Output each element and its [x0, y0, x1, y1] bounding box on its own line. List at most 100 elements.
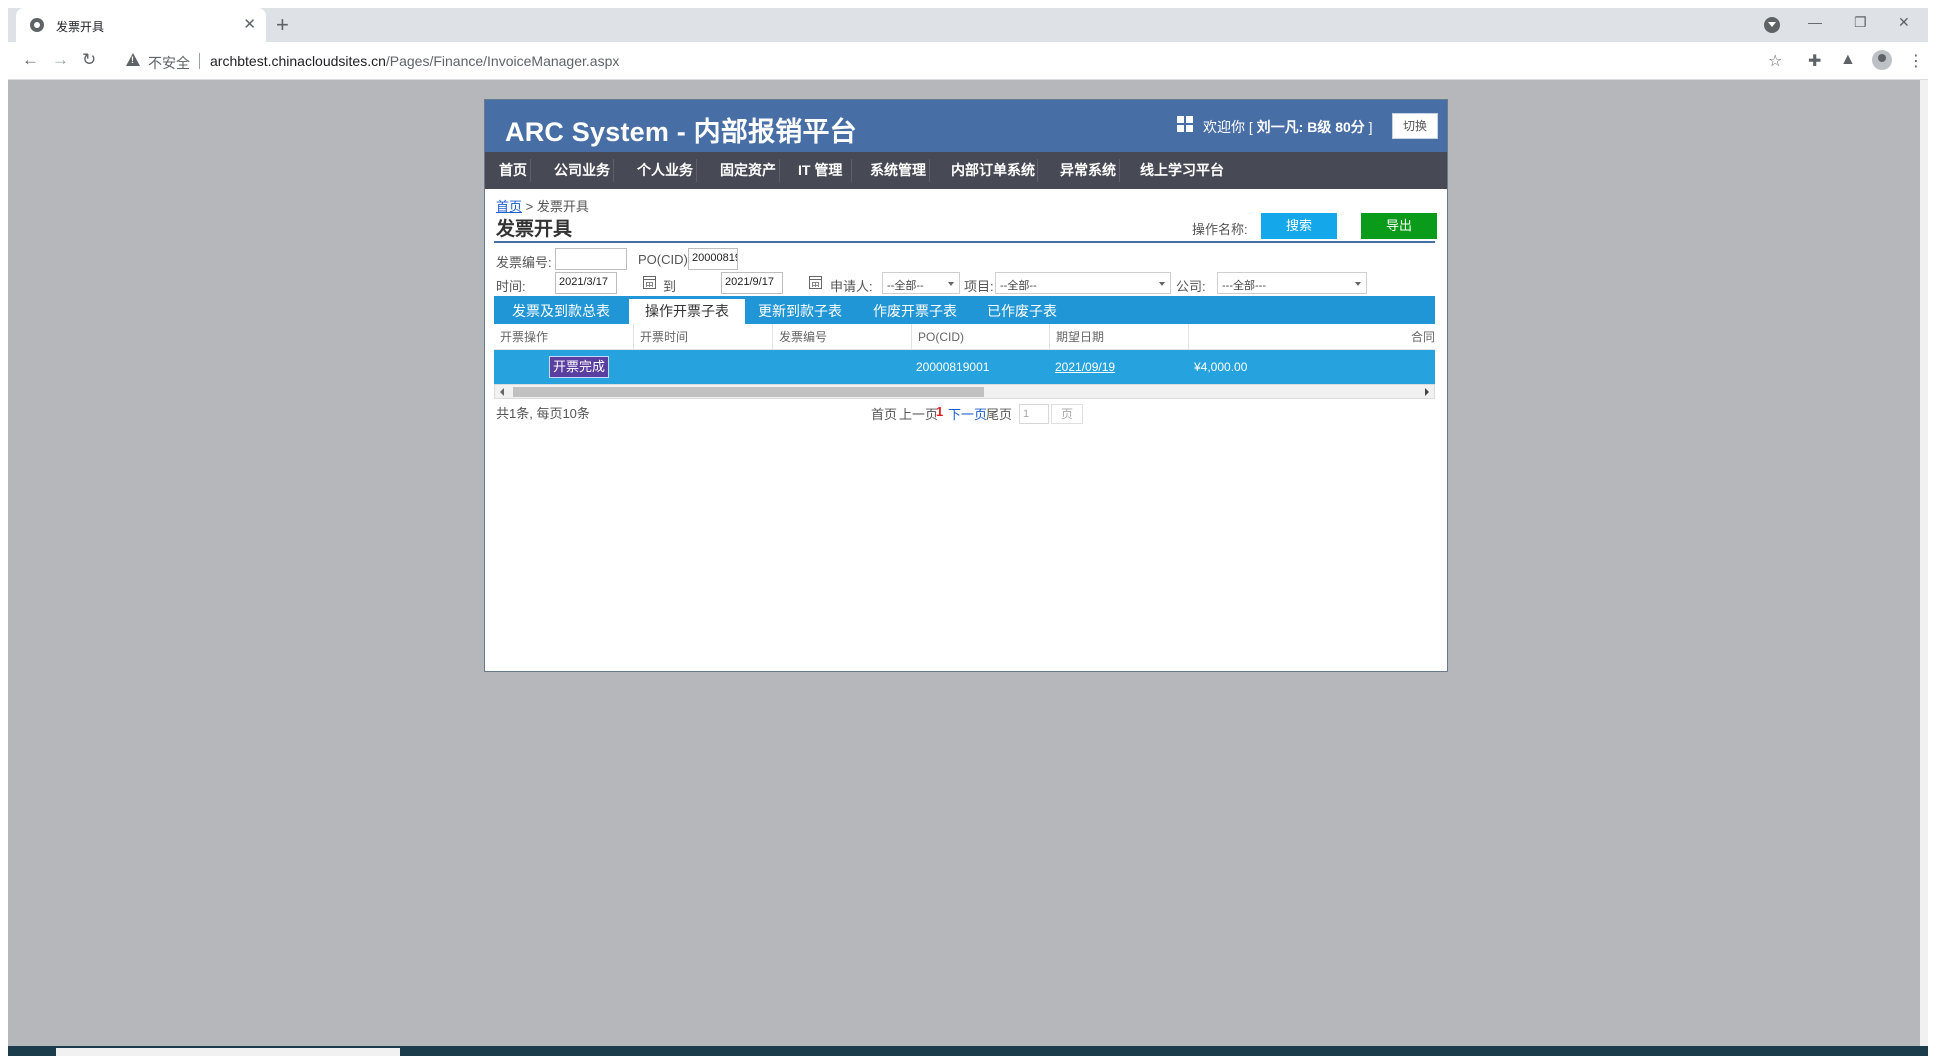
minimize-icon[interactable]: —: [1808, 14, 1822, 30]
pager-next[interactable]: 下一页: [948, 404, 987, 423]
tab-search-icon[interactable]: [1764, 17, 1780, 33]
invoice-complete-button[interactable]: 开票完成: [549, 356, 609, 378]
close-tab-icon[interactable]: ✕: [243, 15, 256, 33]
scroll-left-icon[interactable]: [500, 388, 504, 396]
date-from-input[interactable]: 2021/3/17: [555, 272, 617, 294]
pager-prev[interactable]: 上一页: [899, 404, 938, 423]
profile-avatar-icon[interactable]: [1872, 50, 1892, 70]
extensions-icon[interactable]: ✚: [1808, 51, 1821, 71]
column-header[interactable]: 开票操作: [494, 324, 633, 350]
column-header[interactable]: 开票时间: [633, 324, 772, 350]
menu-divider: [929, 159, 930, 182]
title-divider: [494, 241, 1435, 243]
tab-invoice-summary[interactable]: 发票及到款总表: [506, 299, 616, 324]
tab-void-invoice[interactable]: 作废开票子表: [865, 299, 965, 324]
menu-divider: [851, 159, 852, 182]
menu-item-company[interactable]: 公司业务: [554, 152, 610, 189]
page-go-button[interactable]: 页: [1051, 404, 1083, 424]
menu-item-it[interactable]: IT 管理: [798, 152, 842, 189]
menu-item-learning[interactable]: 线上学习平台: [1140, 152, 1224, 189]
project-label: 项目:: [964, 279, 994, 294]
applicant-select[interactable]: --全部--: [882, 272, 960, 294]
app-frame: ARC System - 内部报销平台 欢迎你 [ 刘一凡: B级 80分 ] …: [484, 99, 1448, 672]
warning-icon: [126, 53, 140, 66]
company-select-value: ---全部---: [1222, 280, 1266, 292]
search-button[interactable]: 搜索: [1261, 213, 1337, 239]
pager-first[interactable]: 首页: [871, 404, 897, 423]
star-icon[interactable]: ☆: [1768, 51, 1782, 71]
project-select-value: --全部--: [1000, 280, 1037, 292]
tab-update-payment[interactable]: 更新到款子表: [750, 299, 850, 324]
menu-item-exceptions[interactable]: 异常系统: [1060, 152, 1116, 189]
forward-icon[interactable]: →: [52, 50, 69, 70]
time-label: 时间:: [496, 279, 526, 294]
column-header[interactable]: 期望日期: [1049, 324, 1188, 350]
grid-horizontal-scrollbar[interactable]: [494, 384, 1435, 399]
pager-last[interactable]: 尾页: [986, 404, 1012, 423]
address-bar[interactable]: 不安全 archbtest.chinacloudsites.cn/Pages/F…: [118, 46, 1758, 76]
new-tab-icon[interactable]: +: [276, 12, 289, 38]
pager-current[interactable]: 1: [936, 404, 943, 419]
tab-operate-invoice[interactable]: 操作开票子表: [629, 299, 745, 324]
app-title: ARC System - 内部报销平台: [505, 117, 857, 147]
date-to-input[interactable]: 2021/9/17: [721, 272, 783, 294]
column-header[interactable]: 发票编号: [772, 324, 911, 350]
browser-tab[interactable]: 发票开具 ✕: [16, 8, 266, 42]
restore-icon[interactable]: ❐: [1854, 14, 1867, 31]
menu-item-orders[interactable]: 内部订单系统: [951, 152, 1035, 189]
calendar-icon[interactable]: [643, 276, 656, 289]
calendar-icon[interactable]: [809, 276, 822, 289]
applicant-label: 申请人:: [830, 279, 873, 294]
scroll-right-icon[interactable]: [1425, 388, 1429, 396]
menu-divider: [779, 159, 780, 182]
invoice-no-input[interactable]: [555, 248, 627, 270]
menu-item-home[interactable]: 首页: [499, 152, 527, 189]
menu-divider: [613, 159, 614, 182]
table-row[interactable]: 开票完成 20000819001 2021/09/19 ¥4,000.00: [494, 350, 1435, 384]
column-header[interactable]: PO(CID): [911, 324, 1049, 350]
user-name: 刘一凡: [1256, 119, 1299, 135]
po-label: PO(CID):: [638, 252, 692, 267]
os-taskbar: [8, 1046, 1928, 1056]
url-host: archbtest.chinacloudsites.cn: [210, 53, 386, 69]
breadcrumb-current: 发票开具: [536, 199, 589, 214]
menu-item-assets[interactable]: 固定资产: [720, 152, 776, 189]
user-level: : B级 80分: [1298, 119, 1365, 135]
lab-flask-icon[interactable]: ▲: [1840, 51, 1856, 69]
window-close-icon[interactable]: ✕: [1898, 14, 1910, 31]
breadcrumb: 首页 > 发票开具: [496, 196, 589, 215]
chevron-down-icon: [1355, 282, 1361, 286]
scrollbar-thumb[interactable]: [513, 387, 984, 397]
app-header: ARC System - 内部报销平台 欢迎你 [ 刘一凡: B级 80分 ] …: [485, 100, 1447, 152]
company-label: 公司:: [1176, 279, 1206, 294]
security-label[interactable]: 不安全: [148, 53, 190, 73]
company-select[interactable]: ---全部---: [1217, 272, 1367, 294]
url-text[interactable]: archbtest.chinacloudsites.cn/Pages/Finan…: [210, 53, 619, 69]
apps-grid-icon[interactable]: [1177, 116, 1193, 132]
switch-button[interactable]: 切换: [1392, 113, 1438, 139]
menu-item-system[interactable]: 系统管理: [870, 152, 926, 189]
menu-kebab-icon[interactable]: ⋮: [1908, 51, 1924, 71]
operation-name-label: 操作名称:: [1192, 222, 1248, 237]
expected-date-link[interactable]: 2021/09/19: [1055, 350, 1115, 384]
url-path: /Pages/Finance/InvoiceManager.aspx: [385, 53, 620, 69]
page-title: 发票开具: [496, 219, 573, 240]
breadcrumb-home-link[interactable]: 首页: [496, 199, 522, 214]
to-label: 到: [663, 279, 677, 294]
menu-item-personal[interactable]: 个人业务: [637, 152, 693, 189]
tab-strip: 发票开具 ✕ + — ❐ ✕: [8, 8, 1928, 42]
po-cell: 20000819001: [916, 360, 990, 374]
tab-title: 发票开具: [56, 20, 105, 34]
reload-icon[interactable]: ↻: [82, 50, 96, 70]
po-input[interactable]: 200008190: [688, 248, 738, 270]
back-icon[interactable]: ←: [22, 50, 39, 70]
project-select[interactable]: --全部--: [995, 272, 1171, 294]
column-header[interactable]: 合同: [1188, 324, 1435, 350]
tab-voided[interactable]: 已作废子表: [978, 299, 1066, 324]
main-menu: 首页 公司业务 个人业务 固定资产 IT 管理 系统管理 内部订单系统 异常系统…: [485, 152, 1447, 189]
taskbar-item[interactable]: [56, 1048, 400, 1056]
export-button[interactable]: 导出: [1361, 213, 1437, 239]
page-scrollbar[interactable]: [1920, 80, 1928, 1046]
page-number-input[interactable]: 1: [1019, 404, 1049, 424]
welcome-suffix: ]: [1364, 119, 1373, 135]
